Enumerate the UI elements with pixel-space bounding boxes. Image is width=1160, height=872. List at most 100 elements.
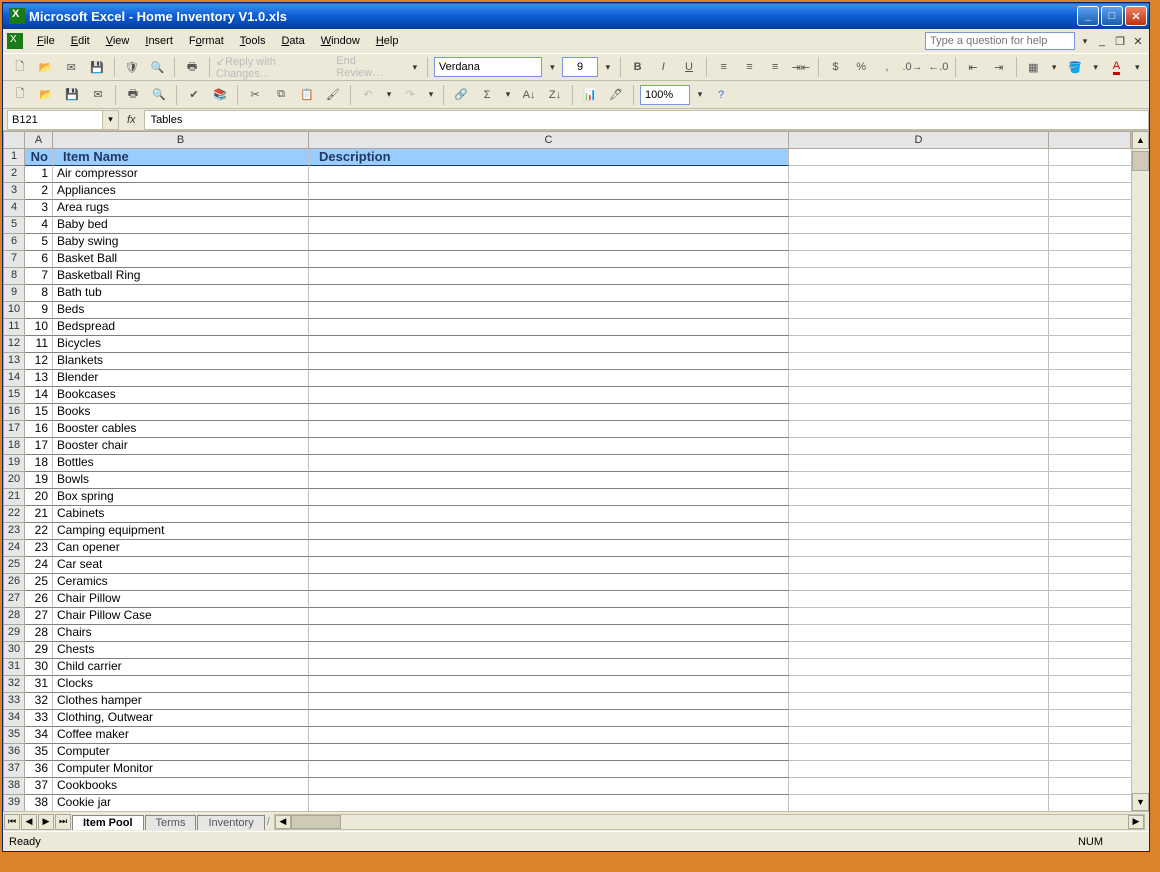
zoom-dropdown-icon[interactable]: ▾ [694, 85, 706, 105]
menu-view[interactable]: View [98, 33, 138, 49]
cell[interactable] [1049, 217, 1131, 234]
cell-item-name[interactable]: Books [53, 404, 309, 421]
cell-description[interactable] [309, 625, 789, 642]
print-icon[interactable]: 🖶 [181, 56, 203, 78]
row-header[interactable]: 32 [3, 676, 25, 693]
cell-item-name[interactable]: Computer Monitor [53, 761, 309, 778]
row-header[interactable]: 10 [3, 302, 25, 319]
cell-item-name[interactable]: Area rugs [53, 200, 309, 217]
redo-dropdown-icon[interactable]: ▾ [425, 85, 437, 105]
row-header[interactable]: 6 [3, 234, 25, 251]
cell-item-name[interactable]: Chests [53, 642, 309, 659]
open-icon[interactable]: 📂 [35, 56, 57, 78]
permissions-icon[interactable]: 🛡 [121, 56, 143, 78]
undo-dropdown-icon[interactable]: ▾ [383, 85, 395, 105]
row-header[interactable]: 18 [3, 438, 25, 455]
cell-description[interactable] [309, 642, 789, 659]
menu-format[interactable]: Format [181, 33, 232, 49]
hyperlink-icon[interactable]: 🔗 [450, 84, 472, 106]
cut-icon[interactable]: ✂ [244, 84, 266, 106]
cell[interactable] [1049, 336, 1131, 353]
font-name-selector[interactable]: Verdana [434, 57, 543, 77]
cell-item-name[interactable]: Clothing, Outwear [53, 710, 309, 727]
help-dropdown-icon[interactable]: ▾ [1079, 31, 1091, 51]
sort-asc-icon[interactable]: A↓ [518, 84, 540, 106]
cell[interactable] [1049, 319, 1131, 336]
cell-no[interactable]: 1 [25, 166, 53, 183]
cell-item-name[interactable]: Chair Pillow [53, 591, 309, 608]
cell[interactable] [1049, 642, 1131, 659]
cell-item-name[interactable]: Blankets [53, 353, 309, 370]
cell[interactable] [1049, 676, 1131, 693]
cell[interactable] [1049, 761, 1131, 778]
cell-no[interactable]: 12 [25, 353, 53, 370]
undo-button[interactable]: ↶ [357, 84, 379, 106]
save-doc-icon[interactable]: 💾 [61, 84, 83, 106]
cell-description[interactable] [309, 421, 789, 438]
drawing-icon[interactable]: 🖊 [605, 84, 627, 106]
cell-description[interactable] [309, 353, 789, 370]
cell-description[interactable] [309, 676, 789, 693]
increase-decimal-button[interactable]: .0→ [902, 56, 924, 78]
cell-item-name[interactable]: Cabinets [53, 506, 309, 523]
row-header[interactable]: 36 [3, 744, 25, 761]
cell[interactable] [1049, 727, 1131, 744]
cell[interactable] [789, 438, 1049, 455]
cell-header-desc[interactable]: Description [309, 149, 789, 166]
cell-no[interactable]: 15 [25, 404, 53, 421]
cell-item-name[interactable]: Clothes hamper [53, 693, 309, 710]
cell[interactable] [789, 319, 1049, 336]
cell-no[interactable]: 2 [25, 183, 53, 200]
cell-item-name[interactable]: Baby swing [53, 234, 309, 251]
sheet-tab-item-pool[interactable]: Item Pool [72, 815, 144, 830]
row-header[interactable]: 23 [3, 523, 25, 540]
row-header[interactable]: 13 [3, 353, 25, 370]
cell[interactable] [789, 727, 1049, 744]
doc-minimize-button[interactable]: _ [1095, 34, 1109, 48]
cell-no[interactable]: 29 [25, 642, 53, 659]
print-preview-icon[interactable]: 🔍 [148, 84, 170, 106]
cell[interactable] [789, 506, 1049, 523]
doc-restore-button[interactable]: ❐ [1113, 34, 1127, 48]
cell[interactable] [789, 523, 1049, 540]
open-doc-icon[interactable]: 📂 [35, 84, 57, 106]
row-header[interactable]: 26 [3, 574, 25, 591]
column-header-B[interactable]: B [53, 131, 309, 149]
cell-item-name[interactable]: Booster chair [53, 438, 309, 455]
cell[interactable] [1049, 659, 1131, 676]
font-name-dropdown-icon[interactable]: ▾ [546, 57, 558, 77]
cell[interactable] [1049, 438, 1131, 455]
row-header[interactable]: 27 [3, 591, 25, 608]
cell-no[interactable]: 20 [25, 489, 53, 506]
tab-nav-first-icon[interactable]: ⏮ [4, 814, 20, 830]
cell-description[interactable] [309, 506, 789, 523]
bold-button[interactable]: B [627, 56, 649, 78]
cell[interactable] [789, 642, 1049, 659]
currency-button[interactable]: $ [825, 56, 847, 78]
cell-description[interactable] [309, 166, 789, 183]
cell-no[interactable]: 28 [25, 625, 53, 642]
cell[interactable] [789, 336, 1049, 353]
column-header-D[interactable]: D [789, 131, 1049, 149]
row-header[interactable]: 29 [3, 625, 25, 642]
menu-tools[interactable]: Tools [232, 33, 274, 49]
cell-description[interactable] [309, 438, 789, 455]
row-header[interactable]: 17 [3, 421, 25, 438]
borders-button[interactable]: ▦ [1023, 56, 1045, 78]
font-color-button[interactable]: A [1106, 56, 1128, 78]
cell-no[interactable]: 3 [25, 200, 53, 217]
mail-icon[interactable]: ✉ [60, 56, 82, 78]
cell-description[interactable] [309, 608, 789, 625]
cell-description[interactable] [309, 523, 789, 540]
cell-no[interactable]: 4 [25, 217, 53, 234]
cell[interactable] [1049, 200, 1131, 217]
row-header[interactable]: 19 [3, 455, 25, 472]
cell-description[interactable] [309, 778, 789, 795]
cell-item-name[interactable]: Cookbooks [53, 778, 309, 795]
help-search-input[interactable] [925, 32, 1075, 50]
cell-item-name[interactable]: Chairs [53, 625, 309, 642]
cell-no[interactable]: 21 [25, 506, 53, 523]
row-header[interactable]: 22 [3, 506, 25, 523]
cell-description[interactable] [309, 336, 789, 353]
increase-indent-button[interactable]: ⇥ [988, 56, 1010, 78]
